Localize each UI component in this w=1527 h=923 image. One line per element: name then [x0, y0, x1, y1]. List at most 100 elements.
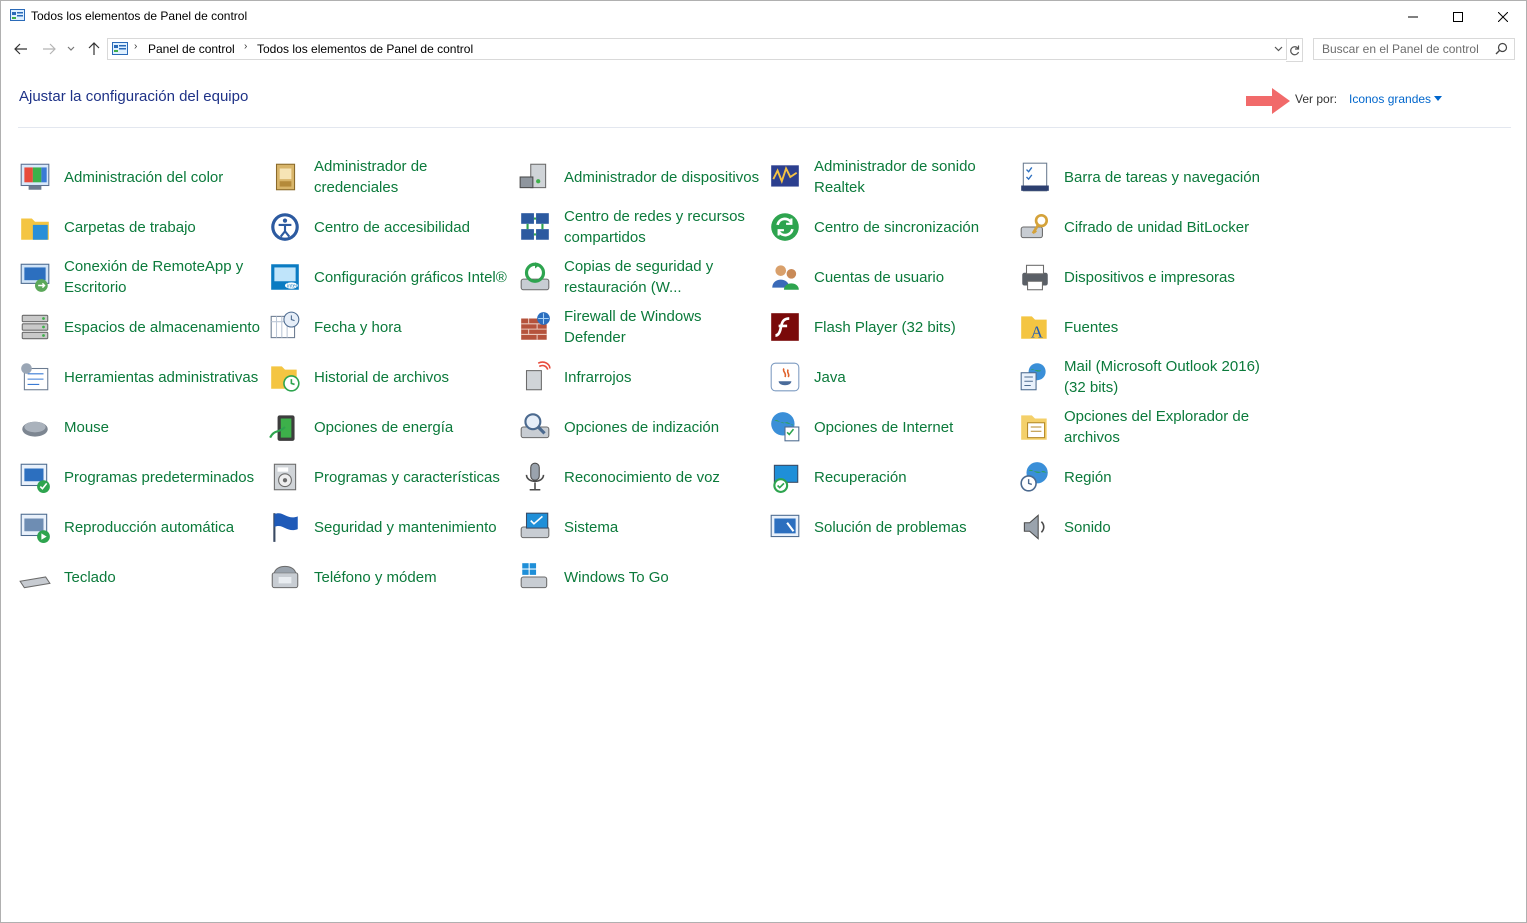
programs-features-icon — [273, 463, 297, 491]
item-label: Mail (Microsoft Outlook 2016) (32 bits) — [1064, 358, 1260, 396]
control-panel-item[interactable]: intel Configuración gráficos Intel® — [268, 254, 508, 300]
control-panel-item[interactable]: Solución de problemas — [768, 504, 1008, 550]
control-panel-item[interactable]: Historial de archivos — [268, 354, 508, 400]
bitlocker-icon — [1020, 213, 1049, 239]
sync-center-icon — [771, 213, 799, 241]
title-bar: Todos los elementos de Panel de control — [1, 1, 1526, 32]
control-panel-item[interactable]: Administrador de dispositivos — [518, 154, 759, 200]
control-panel-item[interactable]: Fecha y hora — [268, 304, 508, 350]
up-button[interactable] — [84, 39, 104, 59]
control-panel-item[interactable]: Seguridad y mantenimiento — [268, 504, 508, 550]
control-panel-item[interactable]: Mail (Microsoft Outlook 2016) (32 bits) — [1018, 354, 1260, 400]
control-panel-item[interactable]: Infrarrojos — [518, 354, 758, 400]
item-label: Opciones de energía — [314, 419, 454, 436]
item-label: Sonido — [1064, 519, 1111, 536]
control-panel-item[interactable]: Opciones de Internet — [768, 404, 1008, 450]
navigation-bar: › Panel de control › Todos los elementos… — [1, 35, 1526, 63]
item-label: Solución de problemas — [814, 519, 967, 536]
item-label: Región — [1064, 469, 1112, 486]
control-panel-item[interactable]: Cifrado de unidad BitLocker — [1018, 204, 1258, 250]
control-panel-item[interactable]: Programas y características — [268, 454, 508, 500]
control-panel-item[interactable]: Sonido — [1018, 504, 1258, 550]
item-label: Fecha y hora — [314, 319, 402, 336]
control-panel-item[interactable]: Dispositivos e impresoras — [1018, 254, 1258, 300]
control-panel-item[interactable]: Opciones de indización — [518, 404, 758, 450]
control-panel-item[interactable]: Reproducción automática — [18, 504, 258, 550]
item-label: Programas predeterminados — [64, 469, 255, 486]
item-label: Cifrado de unidad BitLocker — [1064, 219, 1250, 236]
item-label: Opciones de Internet — [814, 419, 954, 436]
control-panel-item[interactable]: Mouse — [18, 404, 258, 450]
region-icon — [1020, 462, 1048, 492]
security-flag-icon — [273, 513, 298, 542]
control-panel-item[interactable]: Opciones de energía — [268, 404, 508, 450]
breadcrumb-control-panel[interactable]: Panel de control — [148, 42, 235, 56]
caret-down-icon[interactable] — [1434, 96, 1442, 101]
control-panel-item[interactable]: Herramientas administrativas — [18, 354, 258, 400]
control-panel-item[interactable]: Barra de tareas y navegación — [1018, 154, 1260, 200]
maximize-icon — [1453, 11, 1463, 22]
address-dropdown-button[interactable] — [1271, 40, 1285, 58]
svg-text:intel: intel — [287, 284, 297, 290]
speaker-icon — [1023, 514, 1045, 540]
address-bar[interactable]: › Panel de control › Todos los elementos… — [107, 38, 1287, 60]
close-button[interactable] — [1480, 1, 1526, 32]
control-panel-item[interactable]: Flash Player (32 bits) — [768, 304, 1008, 350]
control-panel-item[interactable]: Conexión de RemoteApp y Escritorio — [18, 254, 258, 300]
control-panel-item[interactable]: Copias de seguridad y restauración (W... — [518, 254, 758, 300]
item-label: Centro de sincronización — [814, 219, 980, 236]
file-history-icon — [271, 366, 300, 392]
item-label: Teléfono y módem — [314, 569, 437, 586]
breadcrumb-all-items[interactable]: Todos los elementos de Panel de control — [257, 42, 473, 56]
control-panel-item[interactable]: Región — [1018, 454, 1258, 500]
item-label: Opciones de indización — [564, 419, 720, 436]
java-icon — [770, 362, 800, 392]
item-label: Opciones del Explorador de archivos — [1064, 408, 1250, 446]
control-panel-item[interactable]: Programas predeterminados — [18, 454, 258, 500]
control-panel-item[interactable]: Recuperación — [768, 454, 1008, 500]
control-panel-item[interactable]: Windows To Go — [518, 554, 758, 600]
refresh-button[interactable] — [1286, 38, 1303, 62]
control-panel-items: Administración del color Carpetas de trab… — [18, 154, 1268, 604]
control-panel-item[interactable]: Administrador de sonido Realtek — [768, 154, 1008, 200]
recent-locations-button[interactable] — [64, 39, 78, 59]
backup-restore-icon — [520, 262, 550, 291]
search-icon — [1495, 42, 1508, 55]
control-panel-item[interactable]: Reconocimiento de voz — [518, 454, 758, 500]
control-panel-item[interactable]: Espacios de almacenamiento — [18, 304, 260, 350]
control-panel-item[interactable]: Administrador de credenciales — [268, 154, 508, 200]
item-label: Infrarrojos — [564, 369, 632, 386]
view-by-dropdown[interactable]: Iconos grandes — [1349, 92, 1431, 106]
maximize-button[interactable] — [1435, 1, 1481, 32]
chevron-down-icon — [1274, 46, 1282, 52]
minimize-button[interactable] — [1390, 1, 1436, 32]
control-panel-item[interactable]: Firewall de Windows Defender — [518, 304, 758, 350]
intel-graphics-icon: intel — [271, 264, 299, 290]
control-panel-item[interactable]: Centro de redes y recursos compartidos — [518, 204, 758, 250]
device-manager-icon — [519, 163, 547, 189]
color-management-icon — [20, 163, 50, 190]
control-panel-item[interactable]: Centro de sincronización — [768, 204, 1008, 250]
control-panel-item[interactable]: Sistema — [518, 504, 758, 550]
search-box[interactable] — [1313, 38, 1515, 60]
control-panel-item[interactable]: Java — [768, 354, 1008, 400]
item-label: Recuperación — [814, 469, 907, 486]
control-panel-item[interactable]: Teclado — [18, 554, 258, 600]
explorer-options-icon — [1021, 415, 1047, 440]
power-options-icon — [269, 415, 295, 441]
control-panel-item[interactable]: Carpetas de trabajo — [18, 204, 258, 250]
control-panel-item[interactable]: Opciones del Explorador de archivos — [1018, 404, 1258, 450]
accessibility-icon — [271, 213, 299, 241]
control-panel-item[interactable]: Cuentas de usuario — [768, 254, 1008, 300]
control-panel-item[interactable]: Teléfono y módem — [268, 554, 508, 600]
search-input[interactable] — [1314, 39, 1492, 59]
system-icon — [520, 512, 550, 539]
default-programs-icon — [20, 463, 50, 493]
item-label: Programas y características — [314, 469, 500, 486]
control-panel-item[interactable]: Administración del color — [18, 154, 258, 200]
back-button[interactable] — [11, 39, 31, 59]
item-label: Sistema — [564, 519, 619, 536]
forward-button[interactable] — [39, 39, 59, 59]
control-panel-item[interactable]: Centro de accesibilidad — [268, 204, 508, 250]
control-panel-item[interactable]: A Fuentes — [1018, 304, 1258, 350]
